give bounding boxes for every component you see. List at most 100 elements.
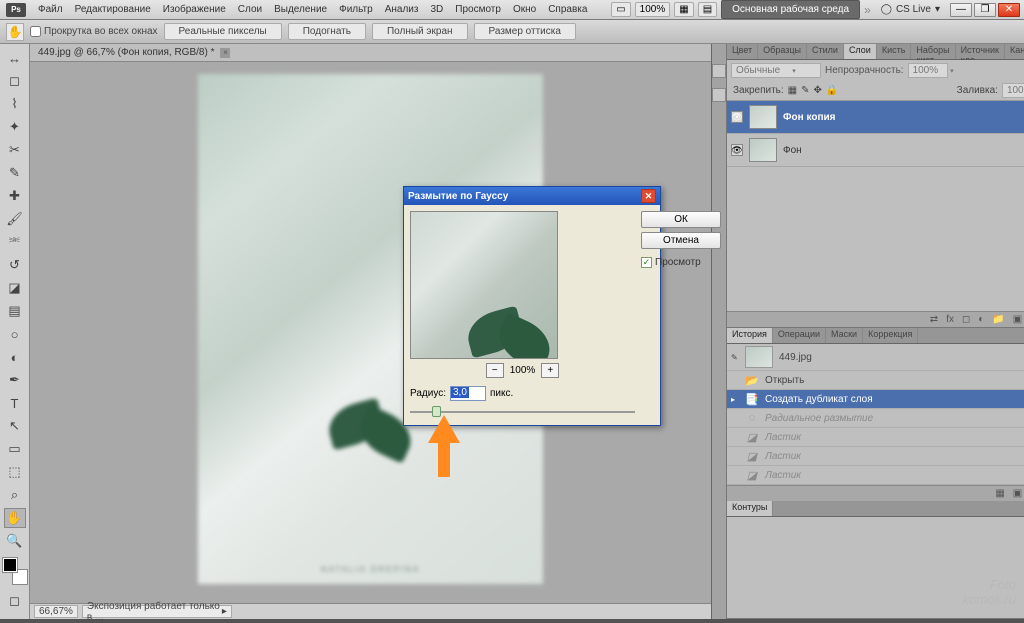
fx-icon[interactable]: fx bbox=[946, 314, 954, 325]
radius-slider[interactable] bbox=[410, 405, 635, 419]
ok-button[interactable]: ОК bbox=[641, 211, 721, 228]
history-item[interactable]: ◌ Радиальное размытие bbox=[727, 409, 1024, 428]
snapshot-icon[interactable]: ▦ bbox=[995, 488, 1004, 499]
menu-layers[interactable]: Слои bbox=[232, 4, 268, 15]
menu-3d[interactable]: 3D bbox=[424, 4, 449, 15]
tab-adjustments[interactable]: Коррекция bbox=[863, 328, 918, 343]
layer-name[interactable]: Фон копия bbox=[783, 112, 835, 123]
menu-window[interactable]: Окно bbox=[507, 4, 542, 15]
menu-file[interactable]: Файл bbox=[32, 4, 69, 15]
dialog-titlebar[interactable]: Размытие по Гауссу ✕ bbox=[404, 187, 660, 205]
expand-icon[interactable]: » bbox=[864, 3, 871, 17]
print-size-button[interactable]: Размер оттиска bbox=[474, 23, 576, 40]
visibility-toggle[interactable]: 👁 bbox=[731, 111, 743, 123]
lasso-tool[interactable]: ⌇ bbox=[4, 94, 26, 114]
document-tab[interactable]: 449.jpg @ 66,7% (Фон копия, RGB/8) *× bbox=[30, 44, 711, 62]
history-item[interactable]: ◪ Ластик bbox=[727, 447, 1024, 466]
layer-name[interactable]: Фон bbox=[783, 145, 802, 156]
scroll-all-checkbox[interactable]: Прокрутка во всех окнах bbox=[30, 26, 158, 37]
preview-image[interactable] bbox=[410, 211, 558, 359]
tab-paths[interactable]: Контуры bbox=[727, 501, 773, 516]
history-brush-tool[interactable]: ↺ bbox=[4, 255, 26, 275]
tab-layers[interactable]: Слои bbox=[844, 44, 877, 59]
status-info[interactable]: Экспозиция работает только в ... ▸ bbox=[82, 605, 232, 618]
history-item[interactable]: ◪ Ластик bbox=[727, 428, 1024, 447]
zoom-tool[interactable]: 🔍 bbox=[4, 531, 26, 551]
stamp-tool[interactable]: ⎃ bbox=[4, 232, 26, 252]
blend-mode-dropdown[interactable]: Обычные bbox=[731, 63, 821, 78]
tab-swatches[interactable]: Образцы bbox=[758, 44, 807, 59]
workspace-button[interactable]: Основная рабочая среда bbox=[721, 0, 860, 19]
hand-tool[interactable]: ✋ bbox=[4, 508, 26, 528]
eyedropper-tool[interactable]: ✎ bbox=[4, 163, 26, 183]
move-tool[interactable]: ↔ bbox=[4, 48, 26, 68]
menu-edit[interactable]: Редактирование bbox=[69, 4, 157, 15]
layer-row[interactable]: 👁 Фон 🔒 bbox=[727, 134, 1024, 167]
wand-tool[interactable]: ✦ bbox=[4, 117, 26, 137]
close-button[interactable]: ✕ bbox=[998, 3, 1020, 17]
layer-row[interactable]: 👁 Фон копия bbox=[727, 101, 1024, 134]
crop-tool[interactable]: ✂ bbox=[4, 140, 26, 160]
tab-color[interactable]: Цвет bbox=[727, 44, 758, 59]
fill-field[interactable]: 100% bbox=[1002, 83, 1024, 98]
tab-brush[interactable]: Кисть bbox=[877, 44, 912, 59]
tab-close-icon[interactable]: × bbox=[220, 48, 230, 58]
menu-help[interactable]: Справка bbox=[542, 4, 593, 15]
new-layer-icon[interactable]: ▣ bbox=[1013, 314, 1022, 325]
cancel-button[interactable]: Отмена bbox=[641, 232, 721, 249]
link-icon[interactable]: ⇄ bbox=[930, 314, 938, 325]
zoom-in-button[interactable]: + bbox=[541, 363, 559, 378]
eraser-tool[interactable]: ◪ bbox=[4, 278, 26, 298]
actual-pixels-button[interactable]: Реальные пикселы bbox=[164, 23, 282, 40]
opacity-field[interactable]: 100% bbox=[908, 63, 948, 78]
quickmask-toggle[interactable]: ◻ bbox=[4, 591, 26, 611]
hand-tool-icon[interactable]: ✋ bbox=[6, 23, 24, 41]
healing-tool[interactable]: ✚ bbox=[4, 186, 26, 206]
tab-masks[interactable]: Маски bbox=[826, 328, 863, 343]
adjust-icon[interactable]: ◐ bbox=[978, 314, 984, 325]
tab-channels[interactable]: Каналы bbox=[1005, 44, 1024, 59]
history-item[interactable]: 📂 Открыть bbox=[727, 371, 1024, 390]
tab-styles[interactable]: Стили bbox=[807, 44, 844, 59]
color-swatches[interactable] bbox=[3, 558, 27, 588]
tab-history[interactable]: История bbox=[727, 328, 773, 343]
preview-checkbox[interactable]: ✓Просмотр bbox=[641, 257, 721, 268]
blur-tool[interactable]: ○ bbox=[4, 324, 26, 344]
maximize-button[interactable]: ❐ bbox=[974, 3, 996, 17]
menu-filter[interactable]: Фильтр bbox=[333, 4, 379, 15]
gradient-tool[interactable]: ▤ bbox=[4, 301, 26, 321]
history-snapshot[interactable]: ✎ 449.jpg bbox=[727, 344, 1024, 371]
full-screen-button[interactable]: Полный экран bbox=[372, 23, 468, 40]
strip-icon[interactable] bbox=[712, 64, 726, 78]
history-item[interactable]: ◪ Ластик bbox=[727, 466, 1024, 485]
camera-tool[interactable]: ⌕ bbox=[4, 485, 26, 505]
layer-thumbnail[interactable] bbox=[749, 138, 777, 162]
minimize-button[interactable]: — bbox=[950, 3, 972, 17]
screen-mode-dropdown[interactable]: ▭ bbox=[611, 2, 630, 17]
zoom-out-button[interactable]: − bbox=[486, 363, 504, 378]
radius-input[interactable]: 3,0 bbox=[450, 386, 486, 401]
menu-image[interactable]: Изображение bbox=[157, 4, 232, 15]
tab-brushsets[interactable]: Наборы кист bbox=[911, 44, 955, 59]
brush-tool[interactable]: 🖌 bbox=[4, 209, 26, 229]
mask-icon[interactable]: ◻ bbox=[962, 314, 970, 325]
folder-icon[interactable]: 📁 bbox=[992, 314, 1004, 325]
dodge-tool[interactable]: ◐ bbox=[4, 347, 26, 367]
menu-analysis[interactable]: Анализ bbox=[379, 4, 425, 15]
tab-actions[interactable]: Операции bbox=[773, 328, 826, 343]
lock-icons[interactable]: ▦✎✥🔒 bbox=[788, 85, 839, 96]
tab-clonesrc[interactable]: Источник кло bbox=[956, 44, 1005, 59]
shape-tool[interactable]: ▭ bbox=[4, 439, 26, 459]
fit-screen-button[interactable]: Подогнать bbox=[288, 23, 366, 40]
zoom-dropdown[interactable]: 100% bbox=[635, 2, 671, 17]
history-item[interactable]: ▸📑 Создать дубликат слоя bbox=[727, 390, 1024, 409]
arrange-dropdown[interactable]: ▦ bbox=[674, 2, 693, 17]
type-tool[interactable]: T bbox=[4, 393, 26, 413]
layer-thumbnail[interactable] bbox=[749, 105, 777, 129]
marquee-tool[interactable]: ◻ bbox=[4, 71, 26, 91]
dialog-close-button[interactable]: ✕ bbox=[641, 189, 656, 203]
3d-tool[interactable]: ⬚ bbox=[4, 462, 26, 482]
menu-view[interactable]: Просмотр bbox=[449, 4, 507, 15]
cslive-button[interactable]: ◯ CS Live ▾ bbox=[875, 4, 946, 15]
extras-dropdown[interactable]: ▤ bbox=[698, 2, 717, 17]
